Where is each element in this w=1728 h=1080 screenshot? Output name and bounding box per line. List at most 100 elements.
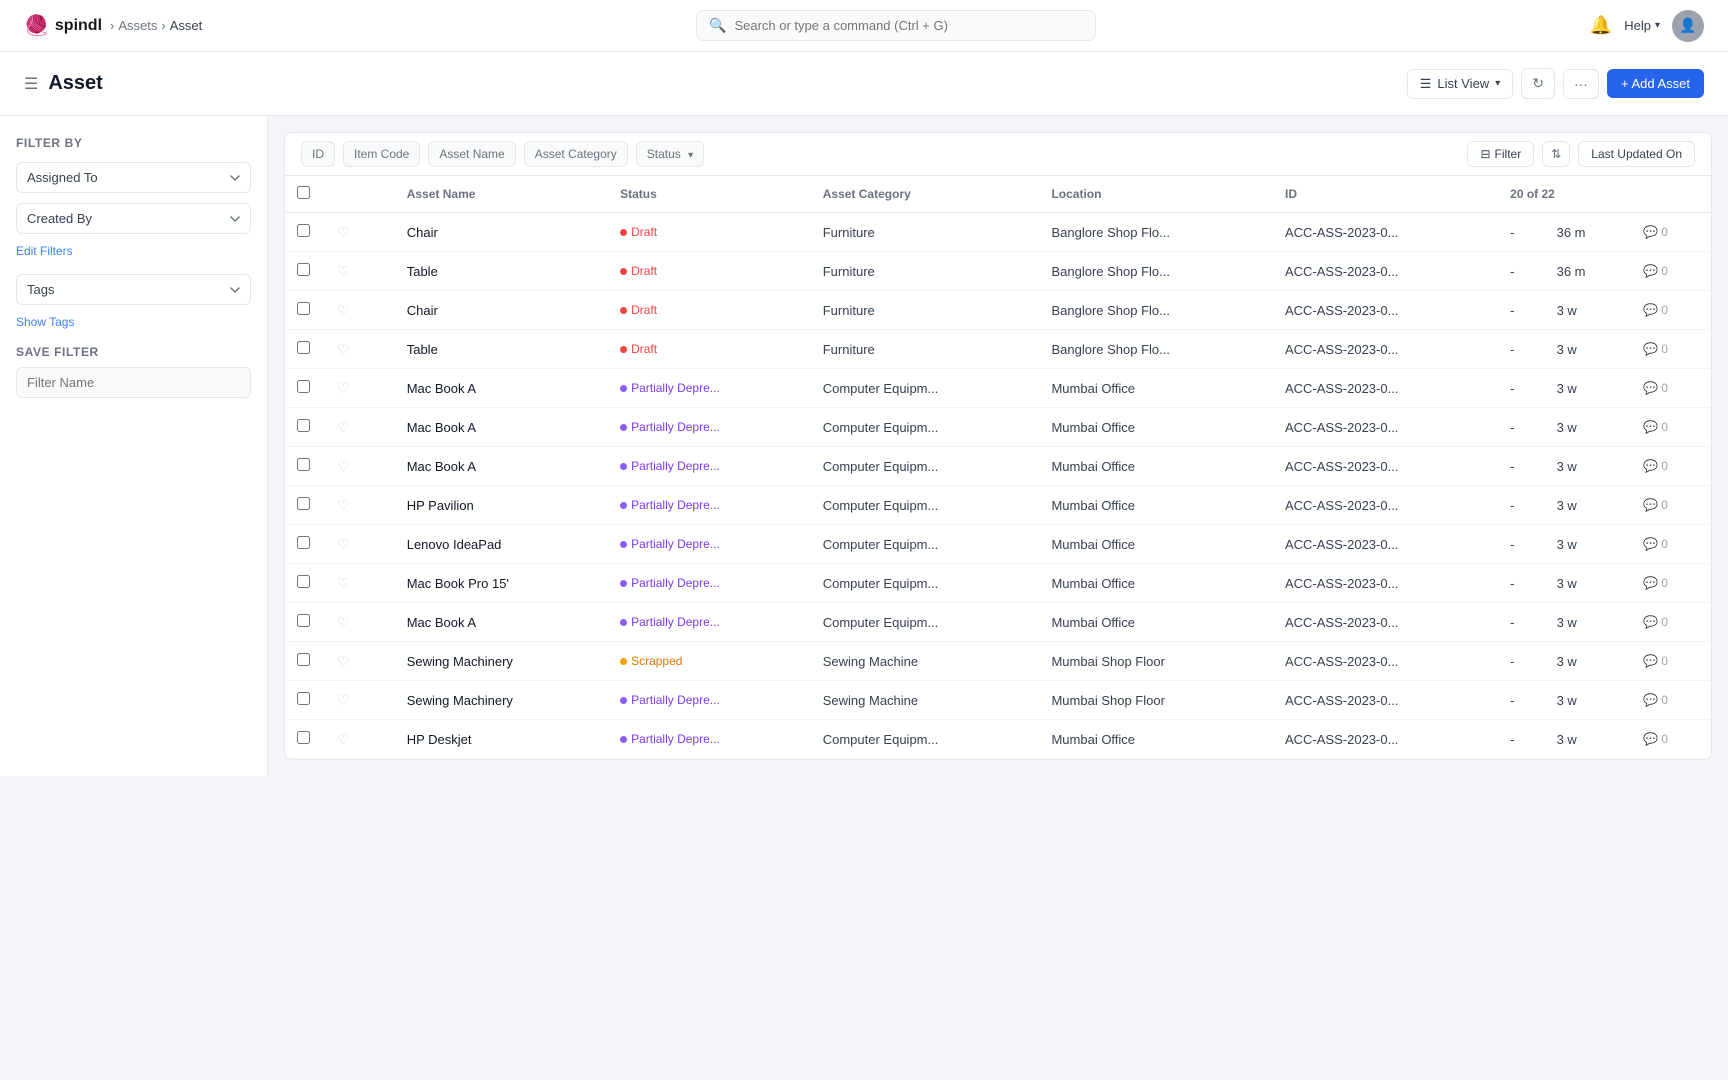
row-name-cell[interactable]: Mac Book A [395, 369, 608, 408]
row-name-cell[interactable]: Table [395, 330, 608, 369]
row-name-cell[interactable]: Chair [395, 213, 608, 252]
time-text: - [1510, 576, 1514, 591]
more-options-button[interactable]: ··· [1563, 69, 1599, 99]
table-row[interactable]: ♡ Mac Book A Partially Depre... Computer… [285, 447, 1711, 486]
row-status-cell: Partially Depre... [608, 447, 811, 486]
col-filter-id[interactable]: ID [301, 141, 335, 167]
assigned-to-select[interactable]: Assigned To [16, 162, 251, 193]
header-asset-name[interactable]: Asset Name [395, 176, 608, 213]
favorite-icon[interactable]: ♡ [337, 263, 350, 279]
elapsed-text: 36 m [1557, 225, 1586, 240]
row-name-cell[interactable]: Sewing Machinery [395, 642, 608, 681]
search-input[interactable] [734, 18, 1083, 33]
table-row[interactable]: ♡ Mac Book A Partially Depre... Computer… [285, 369, 1711, 408]
notifications-button[interactable]: 🔔 [1590, 15, 1612, 36]
row-checkbox[interactable] [297, 380, 310, 393]
header-id[interactable]: ID [1273, 176, 1498, 213]
row-checkbox[interactable] [297, 458, 310, 471]
breadcrumb-sep2: › [161, 18, 165, 33]
filter-name-input[interactable] [16, 367, 251, 398]
filter-button[interactable]: ⊟ Filter [1467, 141, 1534, 167]
row-name-cell[interactable]: Mac Book A [395, 408, 608, 447]
show-tags-link[interactable]: Show Tags [16, 315, 251, 329]
select-all-checkbox[interactable] [297, 186, 310, 199]
row-checkbox[interactable] [297, 575, 310, 588]
row-category-cell: Sewing Machine [811, 681, 1040, 720]
favorite-icon[interactable]: ♡ [337, 575, 350, 591]
row-name-cell[interactable]: HP Pavilion [395, 486, 608, 525]
header-asset-category[interactable]: Asset Category [811, 176, 1040, 213]
row-checkbox[interactable] [297, 692, 310, 705]
list-view-button[interactable]: ☰ List View ▾ [1407, 69, 1513, 99]
col-filter-status[interactable]: Status ▾ [636, 141, 704, 167]
table-row[interactable]: ♡ Table Draft Furniture Banglore Shop Fl… [285, 330, 1711, 369]
favorite-icon[interactable]: ♡ [337, 653, 350, 669]
add-asset-button[interactable]: + Add Asset [1607, 69, 1704, 98]
table-row[interactable]: ♡ HP Deskjet Partially Depre... Computer… [285, 720, 1711, 759]
sort-button[interactable]: ⇅ [1542, 141, 1570, 167]
table-row[interactable]: ♡ Mac Book A Partially Depre... Computer… [285, 408, 1711, 447]
table-row[interactable]: ♡ Sewing Machinery Partially Depre... Se… [285, 681, 1711, 720]
refresh-button[interactable]: ↻ [1521, 68, 1555, 99]
category-text: Furniture [823, 303, 875, 318]
favorite-icon[interactable]: ♡ [337, 341, 350, 357]
row-name-cell[interactable]: Table [395, 252, 608, 291]
favorite-icon[interactable]: ♡ [337, 536, 350, 552]
favorite-icon[interactable]: ♡ [337, 692, 350, 708]
row-name-cell[interactable]: Mac Book Pro 15' [395, 564, 608, 603]
row-comments-cell: 💬 0 [1631, 564, 1711, 603]
status-dot-icon [620, 307, 627, 314]
row-checkbox[interactable] [297, 302, 310, 315]
table-row[interactable]: ♡ Table Draft Furniture Banglore Shop Fl… [285, 252, 1711, 291]
row-name-cell[interactable]: Sewing Machinery [395, 681, 608, 720]
table-row[interactable]: ♡ Sewing Machinery Scrapped Sewing Machi… [285, 642, 1711, 681]
tags-select[interactable]: Tags [16, 274, 251, 305]
row-checkbox[interactable] [297, 224, 310, 237]
table-row[interactable]: ♡ Mac Book Pro 15' Partially Depre... Co… [285, 564, 1711, 603]
row-checkbox[interactable] [297, 263, 310, 276]
location-text: Mumbai Office [1051, 459, 1135, 474]
sidebar-toggle-icon[interactable]: ☰ [24, 74, 38, 94]
col-filter-asset-category[interactable]: Asset Category [524, 141, 628, 167]
header-status[interactable]: Status [608, 176, 811, 213]
row-checkbox[interactable] [297, 614, 310, 627]
edit-filters-link[interactable]: Edit Filters [16, 244, 251, 258]
row-name-cell[interactable]: Lenovo IdeaPad [395, 525, 608, 564]
row-checkbox[interactable] [297, 341, 310, 354]
row-name-cell[interactable]: Mac Book A [395, 603, 608, 642]
favorite-icon[interactable]: ♡ [337, 497, 350, 513]
favorite-icon[interactable]: ♡ [337, 614, 350, 630]
favorite-icon[interactable]: ♡ [337, 731, 350, 747]
user-avatar[interactable]: 👤 [1672, 10, 1704, 42]
favorite-icon[interactable]: ♡ [337, 458, 350, 474]
favorite-icon[interactable]: ♡ [337, 419, 350, 435]
table-row[interactable]: ♡ Lenovo IdeaPad Partially Depre... Comp… [285, 525, 1711, 564]
help-button[interactable]: Help ▾ [1624, 18, 1660, 33]
id-text: ACC-ASS-2023-0... [1285, 459, 1398, 474]
breadcrumb-assets[interactable]: Assets [118, 18, 157, 33]
table-row[interactable]: ♡ Chair Draft Furniture Banglore Shop Fl… [285, 213, 1711, 252]
row-name-cell[interactable]: HP Deskjet [395, 720, 608, 759]
location-text: Mumbai Office [1051, 732, 1135, 747]
row-name-cell[interactable]: Mac Book A [395, 447, 608, 486]
category-text: Computer Equipm... [823, 498, 939, 513]
id-text: ACC-ASS-2023-0... [1285, 537, 1398, 552]
row-checkbox[interactable] [297, 497, 310, 510]
col-filter-item-code[interactable]: Item Code [343, 141, 420, 167]
header-location[interactable]: Location [1039, 176, 1273, 213]
last-updated-button[interactable]: Last Updated On [1578, 141, 1695, 167]
favorite-icon[interactable]: ♡ [337, 380, 350, 396]
table-row[interactable]: ♡ Chair Draft Furniture Banglore Shop Fl… [285, 291, 1711, 330]
created-by-select[interactable]: Created By [16, 203, 251, 234]
row-checkbox[interactable] [297, 536, 310, 549]
row-name-cell[interactable]: Chair [395, 291, 608, 330]
row-checkbox[interactable] [297, 731, 310, 744]
logo[interactable]: 🧶 spindl [24, 13, 102, 38]
row-checkbox[interactable] [297, 653, 310, 666]
row-checkbox[interactable] [297, 419, 310, 432]
col-filter-asset-name[interactable]: Asset Name [428, 141, 515, 167]
table-row[interactable]: ♡ Mac Book A Partially Depre... Computer… [285, 603, 1711, 642]
favorite-icon[interactable]: ♡ [337, 302, 350, 318]
table-row[interactable]: ♡ HP Pavilion Partially Depre... Compute… [285, 486, 1711, 525]
favorite-icon[interactable]: ♡ [337, 224, 350, 240]
